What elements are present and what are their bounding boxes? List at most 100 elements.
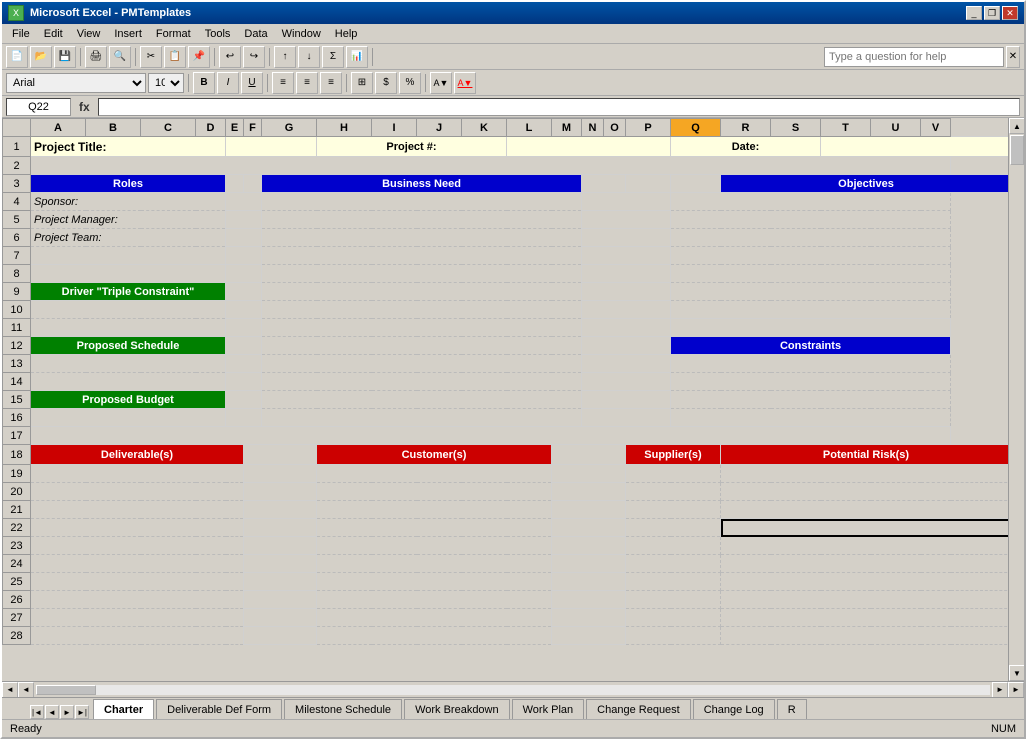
col-header-C[interactable]: C xyxy=(141,119,196,137)
cell-driver[interactable]: Driver "Triple Constraint" xyxy=(31,283,226,301)
menu-help[interactable]: Help xyxy=(329,27,364,41)
col-header-D[interactable]: D xyxy=(196,119,226,137)
menu-file[interactable]: File xyxy=(6,27,36,41)
cell-Q1[interactable]: Date: xyxy=(671,137,821,157)
cell-cust-19[interactable] xyxy=(317,465,552,483)
cell-constraints-13[interactable] xyxy=(671,355,951,373)
cell-E1[interactable] xyxy=(226,137,317,157)
cell-deliv-19[interactable] xyxy=(31,465,244,483)
bold-button[interactable]: B xyxy=(193,72,215,94)
cell-team[interactable]: Project Team: xyxy=(31,229,226,247)
cell-risk-20[interactable] xyxy=(721,483,1012,501)
tab-nav-first[interactable]: |◄ xyxy=(30,705,44,719)
cell-objectives-8[interactable] xyxy=(671,265,951,283)
new-button[interactable]: 📄 xyxy=(6,46,28,68)
font-color-button[interactable]: A▼ xyxy=(454,72,476,94)
cell-A1[interactable]: Project Title: xyxy=(31,137,226,157)
col-header-K[interactable]: K xyxy=(462,119,507,137)
paste-button[interactable]: 📌 xyxy=(188,46,210,68)
col-header-G[interactable]: G xyxy=(262,119,317,137)
menu-insert[interactable]: Insert xyxy=(108,27,148,41)
cell-cust-22[interactable] xyxy=(317,519,552,537)
col-header-S[interactable]: S xyxy=(771,119,821,137)
col-header-L[interactable]: L xyxy=(507,119,552,137)
cell-A14[interactable] xyxy=(31,373,226,391)
cell-A16[interactable] xyxy=(31,409,226,427)
horizontal-scrollbar[interactable]: ◄ ◄ ► ► xyxy=(2,681,1024,697)
cell-A10[interactable] xyxy=(31,301,226,319)
menu-view[interactable]: View xyxy=(71,27,107,41)
col-header-T[interactable]: T xyxy=(821,119,871,137)
cell-deliv-25[interactable] xyxy=(31,573,244,591)
cell-supp-21[interactable] xyxy=(626,501,721,519)
chart-button[interactable]: 📊 xyxy=(346,46,368,68)
col-header-F[interactable]: F xyxy=(244,119,262,137)
hscroll-left2[interactable]: ◄ xyxy=(18,682,34,698)
cell-risk-23[interactable] xyxy=(721,537,1012,555)
scroll-thumb[interactable] xyxy=(1010,135,1024,165)
hscroll-thumb[interactable] xyxy=(36,685,96,695)
col-header-Q[interactable]: Q xyxy=(671,119,721,137)
tab-r[interactable]: R xyxy=(777,699,807,719)
cell-objectives-header[interactable]: Objectives xyxy=(721,175,1012,193)
cell-A11[interactable] xyxy=(31,319,226,337)
help-close[interactable]: ✕ xyxy=(1006,46,1020,68)
cell-business-4[interactable] xyxy=(262,193,582,211)
cell-business-13[interactable] xyxy=(262,355,582,373)
cell-suppliers-header[interactable]: Supplier(s) xyxy=(626,445,721,465)
cell-business-14[interactable] xyxy=(262,373,582,391)
cell-risk-28[interactable] xyxy=(721,627,1012,645)
cell-business-7[interactable] xyxy=(262,247,582,265)
cell-constraints-15[interactable] xyxy=(671,391,951,409)
scroll-down-button[interactable]: ▼ xyxy=(1009,665,1024,681)
font-size-selector[interactable]: 10 xyxy=(148,73,184,93)
cell-supp-28[interactable] xyxy=(626,627,721,645)
col-header-E[interactable]: E xyxy=(226,119,244,137)
cell-pm[interactable]: Project Manager: xyxy=(31,211,226,229)
hscroll-right2[interactable]: ► xyxy=(992,682,1008,698)
cell-deliv-26[interactable] xyxy=(31,591,244,609)
cell-deliv-23[interactable] xyxy=(31,537,244,555)
cut-button[interactable]: ✂ xyxy=(140,46,162,68)
hscroll-right[interactable]: ► xyxy=(1008,682,1024,698)
tab-charter[interactable]: Charter xyxy=(93,699,154,719)
cell-objectives-5[interactable] xyxy=(671,211,951,229)
cell-supp-26[interactable] xyxy=(626,591,721,609)
cell-constraints-16[interactable] xyxy=(671,409,951,427)
cell-cust-27[interactable] xyxy=(317,609,552,627)
cell-proposed-schedule[interactable]: Proposed Schedule xyxy=(31,337,226,355)
cell-supp-22[interactable] xyxy=(626,519,721,537)
col-header-R[interactable]: R xyxy=(721,119,771,137)
cell-business-9[interactable] xyxy=(262,283,582,301)
col-header-H[interactable]: H xyxy=(317,119,372,137)
close-button[interactable]: ✕ xyxy=(1002,6,1018,20)
cell-H1[interactable]: Project #: xyxy=(317,137,507,157)
italic-button[interactable]: I xyxy=(217,72,239,94)
preview-button[interactable]: 🔍 xyxy=(109,46,131,68)
cell-business-10[interactable] xyxy=(262,301,582,319)
col-header-N[interactable]: N xyxy=(582,119,604,137)
copy-button[interactable]: 📋 xyxy=(164,46,186,68)
cell-cust-25[interactable] xyxy=(317,573,552,591)
menu-window[interactable]: Window xyxy=(276,27,327,41)
minimize-button[interactable]: _ xyxy=(966,6,982,20)
cell-risk-25[interactable] xyxy=(721,573,1012,591)
sort-desc-button[interactable]: ↓ xyxy=(298,46,320,68)
cell-supp-25[interactable] xyxy=(626,573,721,591)
col-header-P[interactable]: P xyxy=(626,119,671,137)
menu-tools[interactable]: Tools xyxy=(199,27,237,41)
name-box[interactable]: Q22 xyxy=(6,98,71,116)
underline-button[interactable]: U xyxy=(241,72,263,94)
cell-business-6[interactable] xyxy=(262,229,582,247)
tab-deliverable[interactable]: Deliverable Def Form xyxy=(156,699,282,719)
cell-business-8[interactable] xyxy=(262,265,582,283)
currency-button[interactable]: $ xyxy=(375,72,397,94)
merge-button[interactable]: ⊞ xyxy=(351,72,373,94)
vertical-scrollbar[interactable]: ▲ ▼ xyxy=(1008,118,1024,681)
col-header-M[interactable]: M xyxy=(552,119,582,137)
cell-sponsor[interactable]: Sponsor: xyxy=(31,193,226,211)
cell-objectives-9[interactable] xyxy=(671,283,951,301)
cell-deliv-27[interactable] xyxy=(31,609,244,627)
cell-risks-header[interactable]: Potential Risk(s) xyxy=(721,445,1012,465)
cell-deliv-24[interactable] xyxy=(31,555,244,573)
